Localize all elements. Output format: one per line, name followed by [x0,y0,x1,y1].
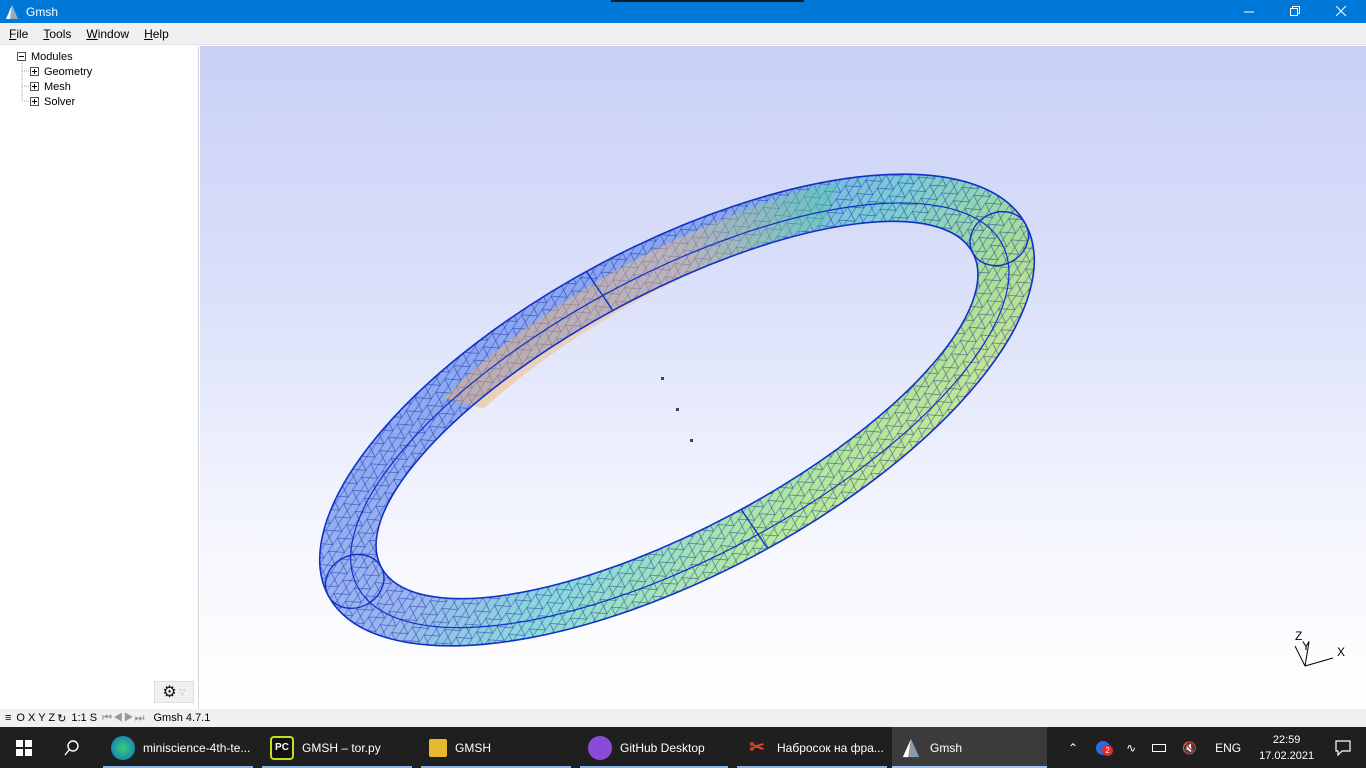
title-bar: Gmsh [0,0,1366,23]
snip-icon: ✂ [749,737,765,757]
close-icon [1335,6,1346,17]
menu-toggle-icon[interactable]: ≡ [5,712,11,724]
menu-bar: File Tools Window Help [0,23,1366,45]
window-title: Gmsh [26,4,59,19]
volume-muted-icon[interactable]: 🔇 [1182,741,1197,755]
menu-window[interactable]: Window [77,27,135,41]
point-marker [676,408,679,411]
scale-buttons[interactable]: 1:1 S [71,712,97,724]
expand-icon[interactable] [30,67,39,76]
restore-icon [1289,6,1300,16]
animation-controls[interactable]: ⏮◀▶⏭ [102,712,145,725]
clock[interactable]: 22:59 17.02.2021 [1259,732,1314,764]
dropdown-arrow-icon: ▽ [178,686,186,697]
gear-icon: ⚙ [162,684,177,701]
clock-date: 17.02.2021 [1259,749,1315,762]
module-tree: Modules Geometry Mesh Solver [0,46,199,709]
taskbar-item-gmsh[interactable]: Gmsh [892,727,1047,768]
rotate-icon[interactable]: ↻ [57,712,66,725]
chevron-up-icon[interactable]: ⌃ [1068,741,1078,755]
settings-button[interactable]: ⚙ ▽ [154,681,194,703]
start-button[interactable] [0,727,48,768]
axis-y-label: Y [1302,639,1310,653]
expand-icon[interactable] [30,97,39,106]
gmsh-logo-icon [6,4,18,19]
menu-file[interactable]: File [0,27,34,41]
notification-app-icon[interactable]: 2 [1096,740,1114,756]
notification-icon [1335,739,1351,756]
menu-help[interactable]: Help [135,27,175,41]
tree-item-modules[interactable]: Modules [17,49,73,64]
system-tray: ⌃ 2 ∿ 🔇 ENG 22:59 17.02.2021 [1058,727,1322,768]
search-icon [64,739,79,755]
edge-icon [111,735,135,760]
status-bar: ≡ O X Y Z ↻ 1:1 S ⏮◀▶⏭ Gmsh 4.7.1 [0,709,1366,727]
point-marker [690,439,693,442]
collapse-icon[interactable] [17,52,26,61]
pycharm-icon: PC [270,735,294,760]
battery-icon[interactable] [1152,743,1167,752]
point-marker [661,377,664,380]
taskbar-item-explorer[interactable]: GMSH [421,727,571,768]
gmsh-icon [902,738,920,757]
graphics-viewport[interactable]: Z Y X [200,46,1366,709]
menu-tools[interactable]: Tools [34,27,77,41]
taskbar: miniscience-4th-te... PC GMSH – tor.py G… [0,727,1366,768]
notification-badge: 2 [1102,744,1114,756]
axes-triad: Z Y X [1294,629,1345,667]
wifi-icon[interactable]: ∿ [1126,741,1136,755]
clock-time: 22:59 [1272,733,1301,746]
folder-icon [429,738,447,757]
windows-icon [16,739,32,756]
taskbar-item-github[interactable]: GitHub Desktop [580,727,728,768]
expand-icon[interactable] [30,82,39,91]
minimize-button[interactable] [1226,0,1272,23]
github-icon [588,735,612,760]
restore-button[interactable] [1272,0,1318,23]
status-message: Gmsh 4.7.1 [153,712,211,724]
taskbar-item-snip[interactable]: ✂ Набросок на фра... [737,727,887,768]
title-accent [611,0,804,2]
torus-mesh-drawing: Z Y X [318,173,1345,667]
axis-view-buttons[interactable]: O X Y Z [16,712,55,724]
language-indicator[interactable]: ENG [1215,741,1241,755]
tree-item-mesh[interactable]: Mesh [30,79,71,94]
action-center-button[interactable] [1320,727,1366,768]
axis-x-label: X [1337,645,1345,659]
search-button[interactable] [48,727,96,768]
minimize-icon [1243,11,1254,13]
tree-item-solver[interactable]: Solver [30,94,75,109]
close-button[interactable] [1318,0,1364,23]
tree-item-geometry[interactable]: Geometry [30,64,92,79]
taskbar-item-edge[interactable]: miniscience-4th-te... [103,727,253,768]
taskbar-item-pycharm[interactable]: PC GMSH – tor.py [262,727,412,768]
